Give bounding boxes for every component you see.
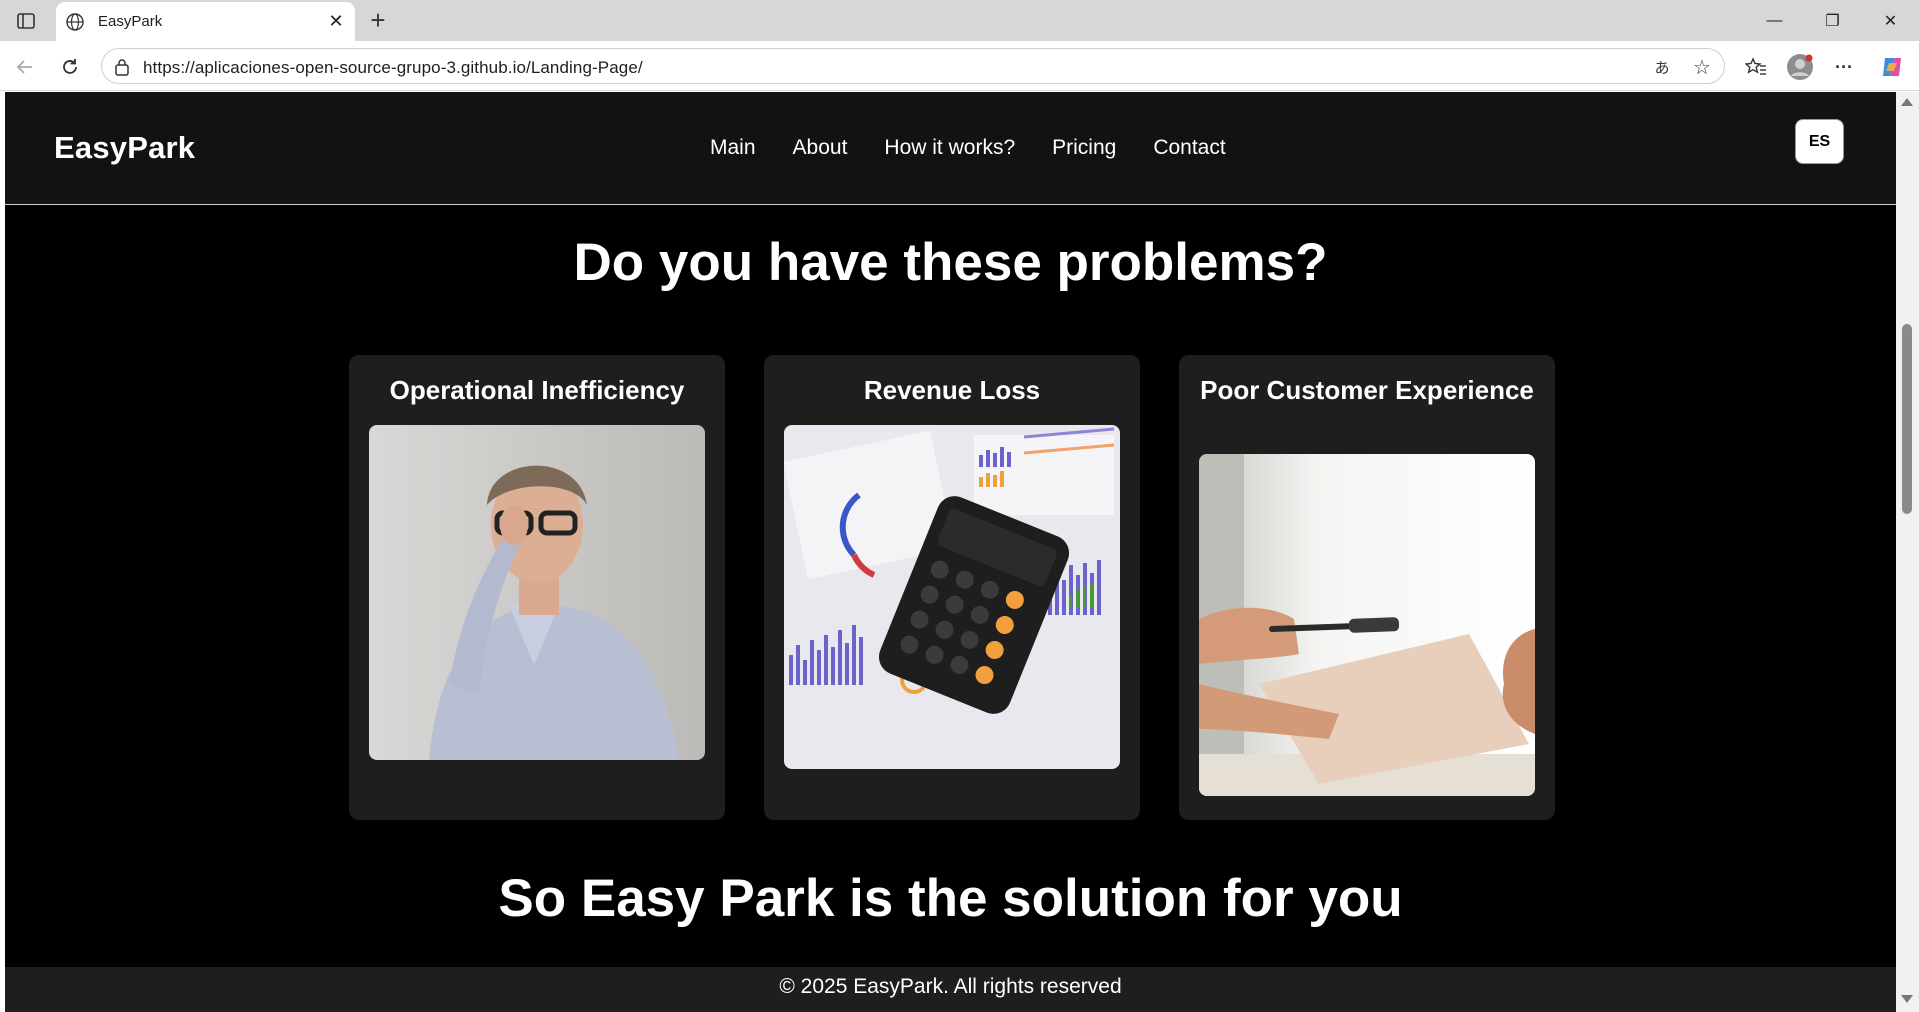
page-scrollbar[interactable] (1896, 92, 1919, 1012)
copilot-icon[interactable] (1876, 51, 1908, 83)
arrow-left-icon[interactable] (9, 51, 41, 83)
landing-page: EasyPark Main About How it works? Pricin… (5, 92, 1896, 1012)
translate-icon[interactable]: あ (1650, 55, 1674, 79)
sidebar-icon[interactable] (10, 9, 42, 33)
scroll-down-arrow-icon[interactable] (1901, 995, 1913, 1003)
browser-tabstrip: EasyPark ✕ + — ❐ ✕ (0, 0, 1919, 41)
problem-card-operational: Operational Inefficiency (349, 355, 725, 820)
card-title: Revenue Loss (863, 375, 1041, 405)
card-title: Poor Customer Experience (1200, 375, 1534, 405)
footer-copyright: © 2025 EasyPark. All rights reserved (779, 975, 1122, 998)
nav-about[interactable]: About (793, 136, 848, 160)
site-footer: © 2025 EasyPark. All rights reserved (5, 967, 1896, 1012)
close-icon[interactable]: ✕ (323, 9, 349, 35)
brand-logo[interactable]: EasyPark (54, 130, 195, 166)
problem-card-customer: Poor Customer Experience (1179, 355, 1555, 820)
stressed-man-photo (369, 425, 705, 760)
more-icon[interactable]: ··· (1828, 51, 1860, 83)
favorites-icon[interactable] (1740, 51, 1772, 83)
reload-icon[interactable] (54, 51, 86, 83)
profile-icon[interactable] (1784, 51, 1816, 83)
card-title: Operational Inefficiency (389, 375, 685, 405)
nav-how-it-works[interactable]: How it works? (884, 136, 1015, 160)
browser-tab[interactable]: EasyPark ✕ (56, 2, 355, 41)
globe-icon (64, 11, 86, 33)
nav-contact[interactable]: Contact (1153, 136, 1225, 160)
restore-icon[interactable]: ❐ (1804, 0, 1861, 41)
star-icon[interactable]: ☆ (1690, 55, 1714, 79)
close-window-icon[interactable]: ✕ (1862, 0, 1919, 41)
solution-heading: So Easy Park is the solution for you (498, 869, 1403, 928)
calculator-charts-photo (784, 425, 1120, 769)
browser-toolbar: https://aplicaciones-open-source-grupo-3… (0, 41, 1919, 91)
minimize-icon[interactable]: — (1746, 0, 1803, 41)
plus-icon[interactable]: + (364, 5, 392, 35)
problems-heading: Do you have these problems? (573, 233, 1328, 292)
address-bar[interactable]: https://aplicaciones-open-source-grupo-3… (101, 48, 1725, 84)
nav-main[interactable]: Main (710, 136, 756, 160)
tab-title: EasyPark (98, 13, 163, 30)
problem-card-revenue: Revenue Loss (764, 355, 1140, 820)
document-handover-photo (1199, 454, 1535, 796)
url-text[interactable]: https://aplicaciones-open-source-grupo-3… (143, 58, 643, 78)
language-toggle-button[interactable]: ES (1795, 119, 1844, 164)
lock-icon[interactable] (112, 57, 132, 77)
page-viewport: EasyPark Main About How it works? Pricin… (0, 92, 1919, 1012)
main-nav: Main About How it works? Pricing Contact (710, 136, 1263, 160)
site-header: EasyPark Main About How it works? Pricin… (5, 92, 1896, 205)
scroll-up-arrow-icon[interactable] (1901, 98, 1913, 106)
scroll-thumb[interactable] (1902, 324, 1912, 514)
nav-pricing[interactable]: Pricing (1052, 136, 1116, 160)
